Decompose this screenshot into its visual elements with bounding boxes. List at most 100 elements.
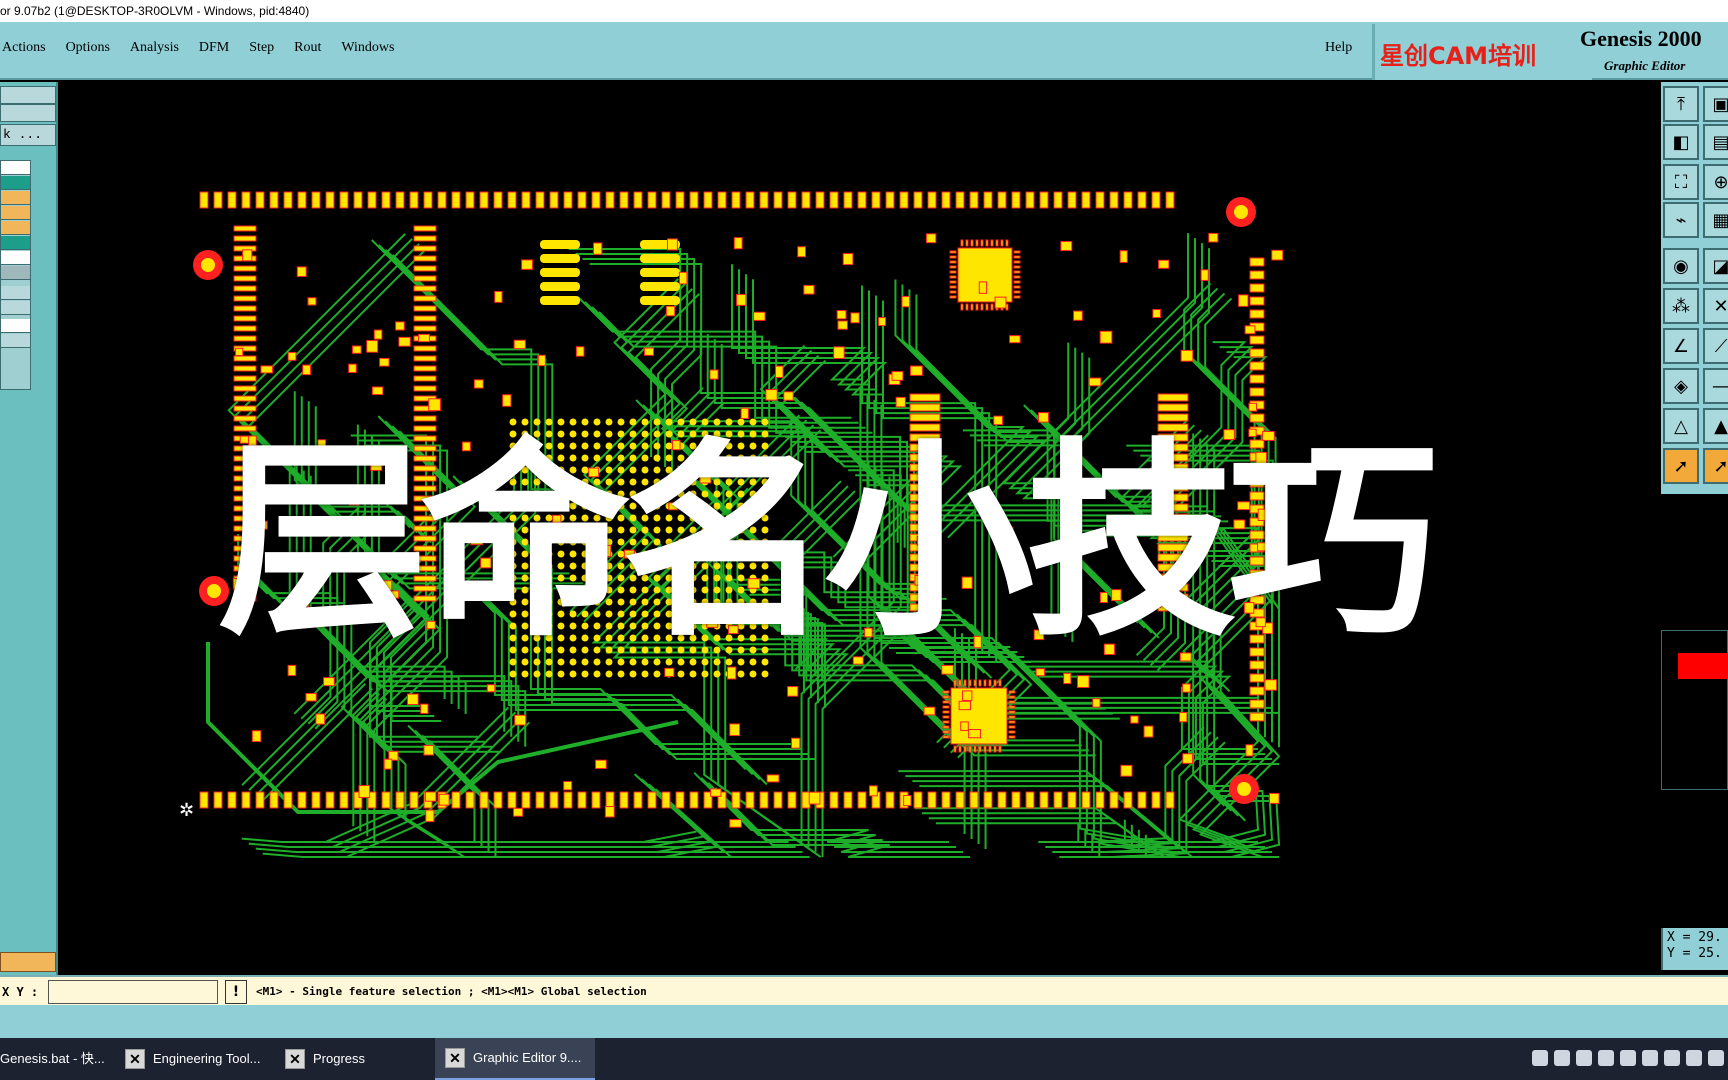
edge-pad xyxy=(787,791,797,809)
ic-pin xyxy=(973,745,977,753)
layer-row[interactable] xyxy=(1,221,30,235)
task-progress[interactable]: ✕ Progress xyxy=(275,1038,425,1080)
tray-record-icon[interactable] xyxy=(1576,1050,1592,1066)
ic-pin xyxy=(970,303,974,311)
task-engineering-tool[interactable]: ✕ Engineering Tool... xyxy=(115,1038,265,1080)
measure-icon[interactable]: ⌁ xyxy=(1663,202,1699,238)
edge-pad xyxy=(465,791,475,809)
layer-row[interactable] xyxy=(1,286,30,300)
smd-pad xyxy=(803,284,815,295)
zoom-in-icon[interactable]: ⊕ xyxy=(1703,164,1728,200)
line-icon[interactable]: ⟋ xyxy=(1703,328,1728,364)
edge-pad xyxy=(1249,257,1265,267)
layer-row[interactable] xyxy=(1,191,30,205)
ic-pin xyxy=(942,710,950,714)
left-panel: k ... xyxy=(0,82,58,975)
ic-pin xyxy=(978,679,982,687)
task-genesis-bat[interactable]: Genesis.bat - 快... xyxy=(0,1038,110,1080)
layer-row[interactable] xyxy=(1,176,30,190)
layer-row[interactable] xyxy=(1,319,30,333)
edge-pad xyxy=(283,191,293,209)
cross-icon[interactable]: ✕ xyxy=(1703,288,1728,324)
ic-pin xyxy=(978,745,982,753)
smd-pad xyxy=(1182,683,1191,693)
menu-actions[interactable]: Actions xyxy=(0,40,46,62)
soic-pad xyxy=(540,254,580,263)
tray-gpu-icon[interactable] xyxy=(1642,1050,1658,1066)
select-alt-icon[interactable]: ➚ xyxy=(1703,448,1728,484)
export-icon[interactable]: ⤒ xyxy=(1663,86,1699,122)
smd-pad xyxy=(925,233,937,244)
edge-pad xyxy=(269,191,279,209)
app-icon: ✕ xyxy=(285,1049,305,1069)
tray-pen-icon[interactable] xyxy=(1664,1050,1680,1066)
ic-pin xyxy=(942,705,950,709)
layer-row[interactable] xyxy=(1,236,30,250)
pad-icon[interactable]: ◈ xyxy=(1663,368,1699,404)
connector-pad xyxy=(233,235,257,242)
tray-app-icon[interactable] xyxy=(1554,1050,1570,1066)
tray-arrow-icon[interactable] xyxy=(1532,1050,1548,1066)
menu-analysis[interactable]: Analysis xyxy=(128,40,179,62)
ic-pin xyxy=(970,239,974,247)
layer-row[interactable] xyxy=(1,301,30,315)
ic-pin xyxy=(963,679,967,687)
menu-dfm[interactable]: DFM xyxy=(197,40,229,62)
dash-icon[interactable]: — xyxy=(1703,368,1728,404)
tray-x-icon[interactable] xyxy=(1620,1050,1636,1066)
tray-volume-icon[interactable] xyxy=(1708,1050,1724,1066)
snap-icon[interactable]: ◉ xyxy=(1663,248,1699,284)
edge-pad xyxy=(829,191,839,209)
warning-button[interactable]: ! xyxy=(225,980,247,1004)
tray-folder-icon[interactable] xyxy=(1598,1050,1614,1066)
edge-pad xyxy=(1025,791,1035,809)
layer-row[interactable] xyxy=(1,266,30,280)
tray-network-icon[interactable] xyxy=(1686,1050,1702,1066)
edge-pad xyxy=(633,791,643,809)
edge-pad xyxy=(395,791,405,809)
cursor-coordinates: X = 29. Y = 25. xyxy=(1661,928,1728,970)
layer-row[interactable] xyxy=(1,334,30,348)
select-pointer-icon[interactable]: ➚ xyxy=(1663,448,1699,484)
edge-pad xyxy=(787,191,797,209)
layer-list[interactable] xyxy=(0,160,31,390)
soic-pad xyxy=(540,268,580,277)
grid-icon[interactable]: ▦ xyxy=(1703,202,1728,238)
edge-pad xyxy=(815,191,825,209)
ic-pin xyxy=(963,745,967,753)
edge-pad xyxy=(1249,712,1265,722)
step-field[interactable] xyxy=(0,104,56,122)
fit-icon[interactable]: ⛶ xyxy=(1663,164,1699,200)
layer-row[interactable] xyxy=(1,251,30,265)
triangle-icon[interactable]: △ xyxy=(1663,408,1699,444)
window-titlebar[interactable]: or 9.07b2 (1@DESKTOP-3R0OLVM - Windows, … xyxy=(0,0,1728,22)
menu-options[interactable]: Options xyxy=(64,40,110,62)
zoom-back-icon[interactable]: ◧ xyxy=(1663,124,1699,160)
polygon-icon[interactable]: ▲ xyxy=(1703,408,1728,444)
edge-pad xyxy=(1095,191,1105,209)
menu-step[interactable]: Step xyxy=(247,40,274,62)
edge-pad xyxy=(353,191,363,209)
menu-rout[interactable]: Rout xyxy=(292,40,321,62)
angle-icon[interactable]: ∠ xyxy=(1663,328,1699,364)
ic-pin xyxy=(1008,700,1016,704)
task-graphic-editor[interactable]: ✕ Graphic Editor 9.... xyxy=(435,1038,595,1080)
browse-button[interactable]: k ... xyxy=(0,124,56,146)
display-icon[interactable]: ▣ xyxy=(1703,86,1728,122)
layer-row[interactable] xyxy=(1,161,30,175)
shape-icon[interactable]: ◪ xyxy=(1703,248,1728,284)
menu-help[interactable]: Help xyxy=(1325,40,1352,56)
layer-row[interactable] xyxy=(1,206,30,220)
pan-icon[interactable]: ▤ xyxy=(1703,124,1728,160)
graphic-canvas[interactable]: ✲ 层命名小技巧 xyxy=(58,82,1661,975)
job-field[interactable] xyxy=(0,86,56,104)
ic-pin xyxy=(1013,280,1021,284)
xy-input[interactable] xyxy=(48,980,218,1004)
smd-pad xyxy=(736,293,747,306)
edge-pad xyxy=(703,191,713,209)
edge-pad xyxy=(689,791,699,809)
edge-pad xyxy=(661,791,671,809)
connect-icon[interactable]: ⁂ xyxy=(1663,288,1699,324)
menu-windows[interactable]: Windows xyxy=(339,40,394,62)
edge-pad xyxy=(255,791,265,809)
